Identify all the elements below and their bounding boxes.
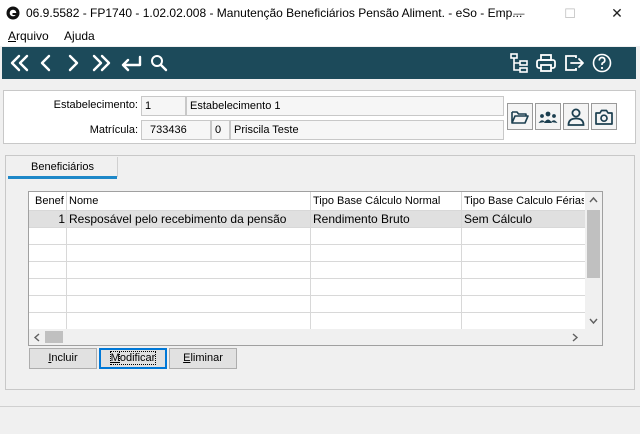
employee-name-field: Priscila Teste bbox=[230, 120, 504, 140]
incluir-button[interactable]: Incluir bbox=[29, 348, 97, 369]
cell-nome[interactable]: Resposável pelo recebimento da pensão bbox=[69, 211, 309, 227]
incluir-label: ncluir bbox=[51, 352, 78, 364]
print-icon bbox=[536, 54, 556, 72]
folder-open-icon bbox=[511, 110, 529, 124]
matricula-label: Matrícula: bbox=[89, 124, 138, 136]
next-record-button[interactable] bbox=[62, 47, 84, 79]
cell-tipo-normal[interactable]: Rendimento Bruto bbox=[313, 211, 459, 227]
window-title: 06.9.5582 - FP1740 - 1.02.02.008 - Manut… bbox=[26, 6, 523, 20]
menu-ajuda[interactable]: Ajuda bbox=[64, 29, 95, 43]
vertical-scrollbar[interactable] bbox=[585, 192, 602, 329]
search-icon bbox=[151, 55, 168, 72]
minimize-button[interactable]: — bbox=[496, 0, 542, 27]
menu-ajuda-label-a: A bbox=[64, 29, 73, 43]
vertical-scroll-thumb[interactable] bbox=[587, 210, 600, 278]
scroll-left-icon[interactable] bbox=[33, 333, 41, 342]
first-icon bbox=[10, 54, 29, 72]
modificar-label: odificar bbox=[118, 351, 157, 365]
person-icon bbox=[567, 108, 585, 126]
dependents-button[interactable] bbox=[535, 103, 561, 130]
group-icon bbox=[538, 111, 558, 123]
toolbar bbox=[2, 47, 636, 79]
column-header-tipo-normal[interactable]: Tipo Base Cálculo Normal bbox=[313, 192, 461, 210]
tree-button[interactable] bbox=[506, 47, 532, 79]
status-bar bbox=[0, 406, 640, 434]
exit-button[interactable] bbox=[562, 47, 588, 79]
app-logo-icon bbox=[6, 6, 20, 20]
beneficiarios-grid[interactable]: Benef Nome Tipo Base Cálculo Normal Tipo… bbox=[28, 191, 603, 346]
eliminar-button[interactable]: Eliminar bbox=[169, 348, 237, 369]
eliminar-label: liminar bbox=[190, 352, 223, 364]
estabelecimento-code-field[interactable]: 1 bbox=[141, 96, 186, 116]
scroll-right-icon[interactable] bbox=[571, 333, 579, 342]
help-button[interactable] bbox=[589, 47, 615, 79]
maximize-button[interactable]: ☐ bbox=[547, 0, 593, 27]
previous-icon bbox=[40, 54, 51, 72]
tab-active-indicator bbox=[8, 176, 117, 179]
matricula-field[interactable]: 733436 bbox=[141, 120, 211, 140]
close-icon: ✕ bbox=[611, 5, 623, 21]
first-record-button[interactable] bbox=[7, 47, 33, 79]
tab-beneficiarios[interactable]: Beneficiários bbox=[8, 157, 117, 177]
photo-button[interactable] bbox=[591, 103, 617, 130]
column-header-benef[interactable]: Benef bbox=[35, 192, 67, 210]
menu-arquivo-label: rquivo bbox=[16, 29, 49, 43]
menu-bar bbox=[0, 27, 640, 46]
search-button[interactable] bbox=[147, 47, 171, 79]
print-button[interactable] bbox=[533, 47, 559, 79]
scroll-up-icon[interactable] bbox=[589, 196, 598, 204]
estabelecimento-name-field: Estabelecimento 1 bbox=[186, 96, 504, 116]
exit-icon bbox=[565, 55, 584, 71]
enter-icon bbox=[121, 55, 142, 72]
modificar-button[interactable]: Modificar bbox=[99, 348, 167, 369]
menu-arquivo-mnemonic: A bbox=[8, 29, 17, 43]
close-button[interactable]: ✕ bbox=[594, 0, 640, 27]
open-folder-button[interactable] bbox=[507, 103, 533, 130]
help-icon bbox=[592, 53, 612, 73]
tree-icon bbox=[510, 53, 528, 73]
camera-icon bbox=[595, 109, 613, 125]
horizontal-scroll-thumb[interactable] bbox=[45, 331, 63, 343]
estabelecimento-label: Estabelecimento: bbox=[53, 99, 138, 111]
next-icon bbox=[68, 54, 79, 72]
tab-separator bbox=[117, 157, 118, 177]
horizontal-scrollbar[interactable] bbox=[29, 329, 602, 345]
cell-benef[interactable]: 1 bbox=[29, 211, 65, 227]
matricula-digit-field: 0 bbox=[211, 120, 230, 140]
last-icon bbox=[92, 54, 111, 72]
minimize-icon: — bbox=[513, 7, 525, 20]
previous-record-button[interactable] bbox=[35, 47, 57, 79]
enter-button[interactable] bbox=[117, 47, 145, 79]
menu-arquivo[interactable]: Arquivo bbox=[8, 29, 49, 43]
scroll-down-icon[interactable] bbox=[589, 317, 598, 325]
last-record-button[interactable] bbox=[88, 47, 114, 79]
menu-ajuda-label-b: uda bbox=[74, 29, 95, 43]
cell-tipo-ferias[interactable]: Sem Cálculo bbox=[464, 211, 584, 227]
column-header-tipo-ferias[interactable]: Tipo Base Calculo Férias bbox=[464, 192, 584, 210]
maximize-icon: ☐ bbox=[564, 5, 576, 21]
modificar-mnemonic: M bbox=[110, 352, 120, 364]
person-button[interactable] bbox=[563, 103, 589, 130]
column-header-nome[interactable]: Nome bbox=[69, 192, 309, 210]
